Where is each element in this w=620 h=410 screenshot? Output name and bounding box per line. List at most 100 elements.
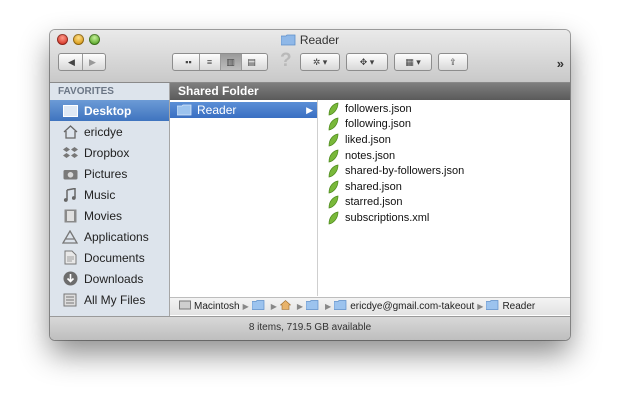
path-segment-takeout[interactable]: ericdye@gmail.com-takeout <box>350 301 474 312</box>
sidebar-item-label: ericdye <box>84 124 123 139</box>
sidebar-item-dropbox[interactable]: Dropbox <box>50 142 169 163</box>
hard-drive-icon <box>179 300 191 313</box>
file-name: followers.json <box>345 102 412 115</box>
list-view-icon[interactable]: ≡ <box>200 54 221 70</box>
sidebar-item-label: Applications <box>84 229 149 244</box>
action-menu-button[interactable]: ✲ ▾ <box>300 53 340 71</box>
file-name: following.json <box>345 118 412 131</box>
sidebar-item-downloads[interactable]: Downloads <box>50 268 169 289</box>
arrange-icon: ▦ ▾ <box>405 56 421 67</box>
share-button[interactable]: ⇪ <box>438 53 468 71</box>
path-separator-icon: ▶ <box>325 302 332 311</box>
home-icon <box>62 124 78 140</box>
sidebar-item-movies[interactable]: Movies <box>50 205 169 226</box>
sidebar-heading: FAVORITES <box>58 86 114 97</box>
sidebar-item-desktop[interactable]: Desktop <box>50 100 169 121</box>
gear-icon: ✲ ▾ <box>312 56 328 67</box>
finder-window: Reader ◀ ▶ ▪▪ ≡ ▥ ▤ ? ✲ ▾ ✥ ▾ ▦ ▾ ⇪ » FA… <box>50 30 570 340</box>
sidebar-item-label: Music <box>84 187 116 202</box>
column-item-reader[interactable]: Reader ▶ <box>170 102 317 118</box>
view-mode-control: ▪▪ ≡ ▥ ▤ <box>172 53 268 71</box>
toolbar: Reader ◀ ▶ ▪▪ ≡ ▥ ▤ ? ✲ ▾ ✥ ▾ ▦ ▾ ⇪ » <box>50 30 570 83</box>
file-item[interactable]: notes.json <box>318 148 570 164</box>
path-separator-icon: ▶ <box>270 302 277 311</box>
film-icon <box>62 208 78 224</box>
applications-icon <box>62 229 78 245</box>
file-name: shared-by-followers.json <box>345 165 465 178</box>
sidebar-item-applications[interactable]: Applications <box>50 226 169 247</box>
leaf-file-icon <box>328 180 339 194</box>
sidebar-item-label: Movies <box>84 208 123 223</box>
forward-arrow-icon[interactable]: ▶ <box>83 54 103 70</box>
browser-column-2: followers.json following.json liked.json… <box>318 100 570 296</box>
disclosure-arrow-icon: ▶ <box>306 105 313 115</box>
share-icon: ⇪ <box>449 56 457 67</box>
sidebar-item-label: Pictures <box>84 166 128 181</box>
leaf-file-icon <box>328 117 339 131</box>
camera-icon <box>62 166 78 182</box>
desktop-icon <box>62 103 78 119</box>
browser-column-1: Reader ▶ <box>170 100 318 296</box>
file-item[interactable]: followers.json <box>318 101 570 117</box>
window-title-text: Reader <box>299 33 340 47</box>
sidebar-item-all-my-files[interactable]: All My Files <box>50 289 169 310</box>
window-title: Reader <box>50 33 570 49</box>
toolbar-overflow-button[interactable]: » <box>557 56 564 71</box>
column-item-label: Reader <box>197 103 237 117</box>
all-files-icon <box>62 292 78 308</box>
leaf-file-icon <box>328 164 339 178</box>
sidebar-item-label: Desktop <box>84 103 132 118</box>
back-arrow-icon[interactable]: ◀ <box>62 54 83 70</box>
column-view-icon[interactable]: ▥ <box>220 54 242 70</box>
folder-icon <box>177 104 192 116</box>
folder-icon[interactable] <box>251 300 265 313</box>
sidebar-item-pictures[interactable]: Pictures <box>50 163 169 184</box>
question-mark-icon: ? <box>280 50 292 71</box>
sidebar-item-documents[interactable]: Documents <box>50 247 169 268</box>
dropbox-icon: ✥ ▾ <box>359 56 375 67</box>
sidebar-item-label: Documents <box>84 250 145 265</box>
file-item[interactable]: following.json <box>318 117 570 133</box>
file-item[interactable]: shared-by-followers.json <box>318 163 570 179</box>
folder-icon <box>280 34 296 49</box>
file-item[interactable]: liked.json <box>318 132 570 148</box>
path-separator-icon: ▶ <box>242 302 249 311</box>
file-name: liked.json <box>345 133 391 146</box>
file-item[interactable]: subscriptions.xml <box>318 210 570 226</box>
file-item[interactable]: starred.json <box>318 195 570 211</box>
file-name: starred.json <box>345 196 403 209</box>
status-bar: 8 items, 719.5 GB available <box>50 316 570 340</box>
leaf-file-icon <box>328 102 339 116</box>
leaf-file-icon <box>328 195 339 209</box>
folder-icon[interactable] <box>305 300 319 313</box>
home-icon[interactable] <box>279 300 292 313</box>
folder-icon <box>333 300 347 313</box>
icon-view-icon[interactable]: ▪▪ <box>179 54 200 70</box>
file-item[interactable]: shared.json <box>318 179 570 195</box>
shared-folder-header: Shared Folder <box>170 83 570 100</box>
sidebar-item-ericdye[interactable]: ericdye <box>50 121 169 142</box>
cover-flow-icon[interactable]: ▤ <box>242 54 262 70</box>
path-separator-icon: ▶ <box>296 302 304 311</box>
file-name: subscriptions.xml <box>345 211 430 224</box>
sidebar-item-label: Dropbox <box>84 145 130 160</box>
folder-icon <box>486 300 499 313</box>
path-bar: Macintosh ▶ ▶ ▶ ▶ ericdye@gmail.com-take… <box>170 297 570 315</box>
leaf-file-icon <box>328 211 339 225</box>
file-name: notes.json <box>345 149 396 162</box>
music-note-icon <box>62 187 78 203</box>
arrange-menu-button[interactable]: ▦ ▾ <box>394 53 432 71</box>
dropbox-icon <box>62 145 78 161</box>
sidebar-item-label: Downloads <box>84 271 144 286</box>
path-segment-macintosh[interactable]: Macintosh <box>194 301 240 312</box>
leaf-file-icon <box>328 133 339 147</box>
dropbox-menu-button[interactable]: ✥ ▾ <box>346 53 388 71</box>
path-separator-icon: ▶ <box>477 302 484 311</box>
download-icon <box>62 271 78 287</box>
file-name: shared.json <box>345 180 402 193</box>
sidebar-item-label: All My Files <box>84 292 146 307</box>
documents-icon <box>62 250 78 266</box>
sidebar-item-music[interactable]: Music <box>50 184 169 205</box>
path-segment-reader[interactable]: Reader <box>502 301 535 312</box>
file-list: followers.json following.json liked.json… <box>318 100 570 226</box>
